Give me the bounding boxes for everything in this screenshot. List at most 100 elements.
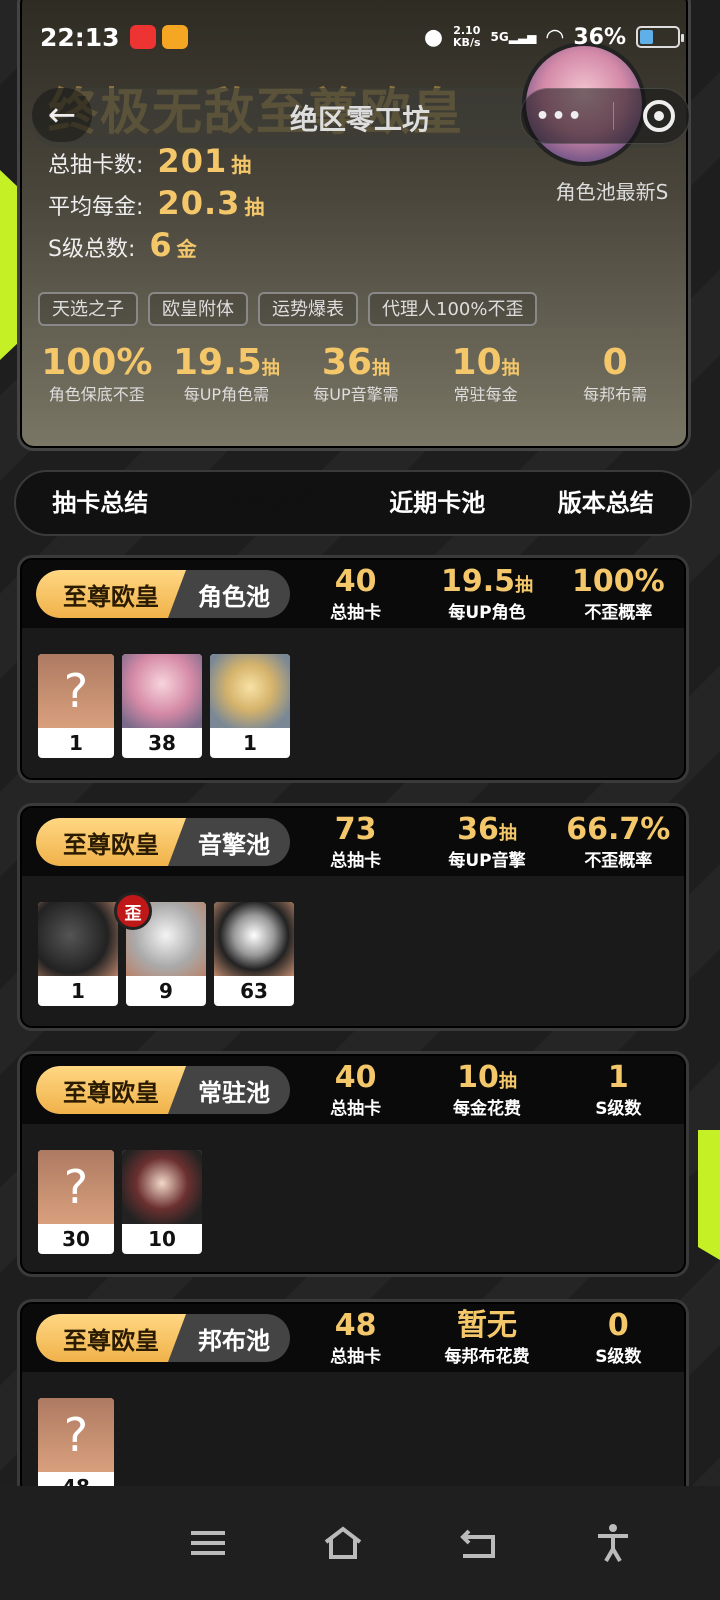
accessibility-icon[interactable] xyxy=(583,1513,643,1573)
pool-stat-value: 100% xyxy=(571,563,665,599)
pull-count: 10 xyxy=(148,1227,176,1251)
capsule-divider xyxy=(612,102,614,130)
pull-count: 1 xyxy=(71,979,85,1003)
pool-stat: 40 总抽卡 xyxy=(290,565,421,623)
pool-stat: 10抽 每金花费 xyxy=(421,1061,552,1119)
accent-stripe-right xyxy=(698,1130,720,1260)
close-target-icon[interactable] xyxy=(642,100,675,132)
pool-stat: 40 总抽卡 xyxy=(290,1059,421,1119)
pool-items: ? 1 38 1 xyxy=(22,634,684,778)
metric-label: 每邦布需 xyxy=(583,385,648,404)
pool-stat-label: 每UP角色 xyxy=(448,602,526,623)
stat-unit: 抽 xyxy=(231,153,252,177)
pull-item[interactable]: 10 xyxy=(122,1150,202,1254)
wifi-icon: ◠ xyxy=(546,24,564,50)
stat-label: 平均每金: xyxy=(48,195,144,220)
pool-stat-value: 0 xyxy=(607,1307,629,1343)
net-speed-unit: KB/s xyxy=(453,36,481,49)
s-rank-total-stat: S级总数: 6 金 xyxy=(48,226,197,264)
pool-name: 角色池 xyxy=(198,582,270,611)
stat-unit: 抽 xyxy=(244,195,265,219)
pull-item[interactable]: 63 xyxy=(214,902,294,1006)
metric-unit: 抽 xyxy=(372,358,391,379)
pull-item[interactable]: ? 30 xyxy=(38,1150,114,1254)
character-pool-card[interactable]: 至尊欧皇 角色池 40 总抽卡 19.5抽 每UP角色 100% 不歪概率 ? 1 38… xyxy=(20,558,686,780)
spiked-mace-weapon-icon xyxy=(38,902,118,976)
pool-stat-label: 总抽卡 xyxy=(330,1346,382,1367)
view-mode-tabs: 抽卡总结 卡片模式 近期卡池 版本总结 xyxy=(14,470,692,536)
pool-stat: 暂无 每邦布花费 xyxy=(421,1307,552,1367)
pool-stat-label: 总抽卡 xyxy=(330,1098,382,1119)
pool-stat: 100% 不歪概率 xyxy=(553,563,684,623)
metric: 10抽 常驻每金 xyxy=(421,342,551,405)
tab-label: 近期卡池 xyxy=(389,489,486,517)
pull-item[interactable]: ? 1 xyxy=(38,654,114,758)
pink-hair-character-icon xyxy=(122,654,202,728)
metric-value: 10 xyxy=(451,342,502,383)
pull-item[interactable]: 1 xyxy=(38,902,118,1006)
home-icon[interactable] xyxy=(313,1513,373,1573)
standard-pool-card[interactable]: 至尊欧皇 常驻池 40 总抽卡 10抽 每金花费 1 S级数 ? 30 10 xyxy=(20,1054,686,1274)
metrics-row: 100% 角色保底不歪 19.5抽 每UP角色需 36抽 每UP音擎需 10抽 … xyxy=(32,342,680,405)
pool-stats: 48 总抽卡 暂无每邦布花费 0 S级数 xyxy=(290,1307,684,1367)
pool-stat: 66.7% 不歪概率 xyxy=(553,813,684,871)
tab-label: 抽卡总结 xyxy=(52,489,149,517)
metric-unit: 抽 xyxy=(261,358,280,379)
metric-unit: 抽 xyxy=(501,358,520,379)
unknown-icon: ? xyxy=(38,654,114,728)
pool-name: 常驻池 xyxy=(198,1078,270,1107)
rank-label: 至尊欧皇 xyxy=(36,818,186,866)
stat-label: S级总数: xyxy=(48,237,136,262)
w-engine-pool-card[interactable]: 至尊欧皇 音擎池 73 总抽卡 36抽 每UP音擎 66.7% 不歪概率 1 歪 9 … xyxy=(20,806,686,1028)
clock: 22:13 xyxy=(40,22,120,52)
tag: 运势爆表 xyxy=(258,292,358,326)
pool-stat-value: 19.5 xyxy=(440,563,515,599)
unknown-icon: ? xyxy=(38,1150,114,1224)
system-nav-bar xyxy=(0,1486,720,1600)
pool-stat-value: 1 xyxy=(607,1059,629,1095)
tab-card-mode[interactable]: 卡片模式 xyxy=(185,472,354,534)
pool-stat-label: S级数 xyxy=(595,1346,642,1367)
pool-stat-value: 73 xyxy=(334,811,377,847)
metric-label: 每UP角色需 xyxy=(183,385,270,404)
pool-stat: 73 总抽卡 xyxy=(290,811,421,871)
bunny-helmet-character-icon xyxy=(210,654,290,728)
stat-unit: 金 xyxy=(176,237,197,261)
tab-version-summary[interactable]: 版本总结 xyxy=(522,472,691,534)
metric-label: 常驻每金 xyxy=(453,385,518,404)
pool-stat-label: 每邦布花费 xyxy=(444,1346,530,1367)
pool-stat: 1 S级数 xyxy=(553,1059,684,1119)
tab-recent-pools[interactable]: 近期卡池 xyxy=(353,472,522,534)
pull-count: 1 xyxy=(243,731,257,755)
metric-label: 每UP音擎需 xyxy=(313,385,399,404)
pool-header: 至尊欧皇 邦布池 48 总抽卡 暂无 每邦布花费 0 S级数 xyxy=(22,1304,684,1378)
network-speed: 2.10 KB/s xyxy=(453,25,480,49)
pool-stat-value: 暂无 xyxy=(456,1307,517,1343)
pull-item[interactable]: 1 xyxy=(210,654,290,758)
status-bar: 22:13 ● 2.10 KB/s 5G▂▃▅ ◠ 36% xyxy=(0,0,720,74)
more-icon[interactable]: ••• xyxy=(535,104,583,129)
pool-stat-label: 总抽卡 xyxy=(330,850,382,871)
pool-items: ? 30 10 xyxy=(22,1130,684,1272)
stat-value: 20.3 xyxy=(157,184,241,222)
stat-label: 总抽卡数: xyxy=(48,153,144,178)
rank-label: 至尊欧皇 xyxy=(36,570,186,618)
tab-label: 版本总结 xyxy=(557,489,654,517)
tab-pull-summary[interactable]: 抽卡总结 xyxy=(16,472,185,534)
pool-header: 至尊欧皇 常驻池 40 总抽卡 10抽 每金花费 1 S级数 xyxy=(22,1056,684,1130)
back-nav-icon[interactable] xyxy=(448,1513,508,1573)
menu-icon[interactable] xyxy=(178,1513,238,1573)
pool-stat-value: 40 xyxy=(334,1059,377,1095)
average-per-gold-stat: 平均每金: 20.3 抽 xyxy=(48,184,264,222)
pool-stat-label: 每UP音擎 xyxy=(448,850,526,871)
cellular-signal-icon: 5G▂▃▅ xyxy=(490,30,537,44)
pool-stat-value: 48 xyxy=(334,1307,377,1343)
pool-stat-label: 每金花费 xyxy=(452,1098,521,1119)
rank-label: 至尊欧皇 xyxy=(36,1066,186,1114)
pull-count: 63 xyxy=(240,979,268,1003)
pull-item[interactable]: 38 xyxy=(122,654,202,758)
tab-label: 卡片模式 xyxy=(220,489,317,517)
pool-stat-value: 36 xyxy=(457,811,499,847)
tag: 天选之子 xyxy=(38,292,138,326)
metric: 0 每邦布需 xyxy=(550,342,680,405)
